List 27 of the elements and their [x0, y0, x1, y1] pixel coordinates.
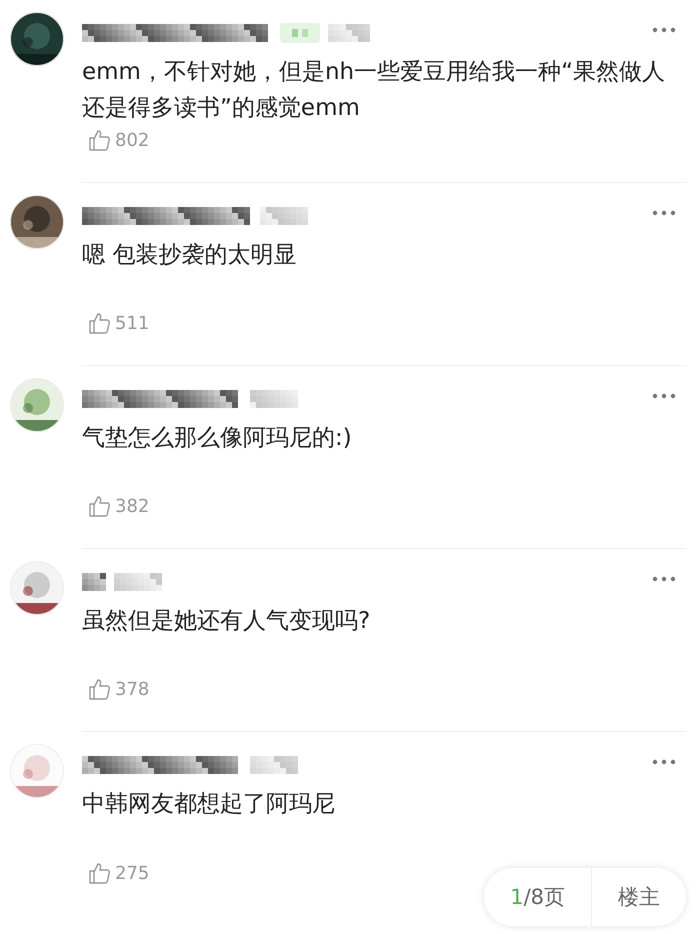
more-options-icon[interactable] [652, 759, 676, 765]
like-button[interactable]: 802 [82, 128, 150, 152]
more-options-icon[interactable] [652, 393, 676, 399]
redacted-time [250, 756, 300, 774]
thumbs-up-icon [88, 128, 112, 152]
comment-text: 虽然但是她还有人气变现吗? [82, 607, 372, 636]
more-options-icon[interactable] [652, 210, 676, 216]
like-button[interactable]: 382 [82, 494, 150, 518]
thumbs-up-icon [88, 494, 112, 518]
comment-text: 嗯 包装抄袭的太明显 [82, 241, 298, 270]
like-button[interactable]: 511 [82, 311, 150, 335]
more-options-icon[interactable] [652, 27, 676, 33]
comment-text: 中韩网友都想起了阿玛尼 [82, 790, 336, 819]
comment-text: emm，不针对她，但是nh一些爱豆用给我一种“果然做人还是得多读书”的感觉emm [82, 58, 666, 123]
redacted-username [82, 573, 106, 591]
thumbs-up-icon [88, 311, 112, 335]
like-button[interactable]: 275 [82, 861, 150, 885]
comment-text: 气垫怎么那么像阿玛尼的:) [82, 424, 353, 453]
like-button[interactable]: 378 [82, 677, 150, 701]
more-options-icon[interactable] [652, 576, 676, 582]
thumbs-up-icon [88, 677, 112, 701]
author-only-button[interactable]: 楼主 [592, 868, 686, 926]
redacted-time [250, 390, 300, 408]
page-selector[interactable]: 1/8页 [484, 868, 591, 926]
redacted-time [260, 207, 308, 225]
redacted-time [114, 573, 162, 591]
thumbs-up-icon [88, 861, 112, 885]
